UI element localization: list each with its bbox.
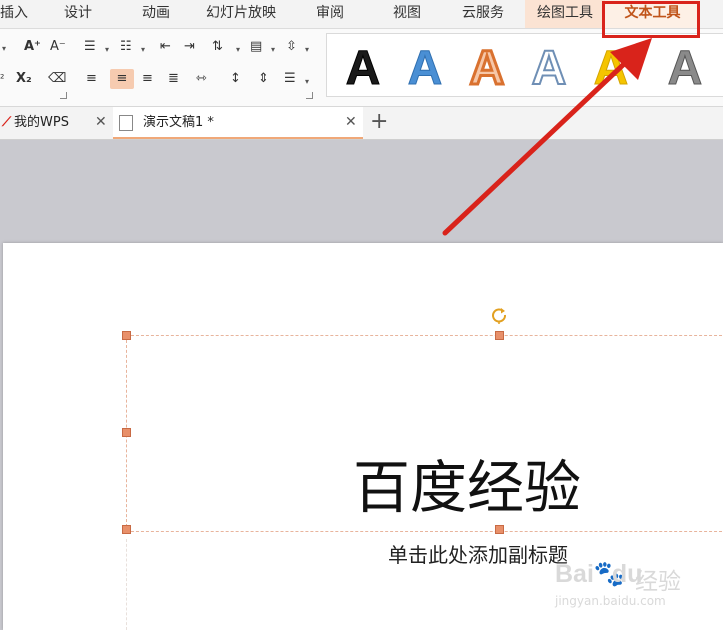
indent-options-icon[interactable]: ☰ xyxy=(284,69,296,89)
menu-animation[interactable]: 动画 xyxy=(142,0,170,28)
paragraph-spacing-icon[interactable]: ⇕ xyxy=(258,69,269,89)
menu-view[interactable]: 视图 xyxy=(393,0,421,28)
grow-font-button[interactable]: A⁺ xyxy=(24,37,41,57)
wordart-style-blue-outline[interactable]: A xyxy=(521,40,577,90)
paw-icon: 🐾 xyxy=(593,560,626,588)
tab-my-wps[interactable]: ⟋ 我的WPS ✕ xyxy=(0,107,113,139)
resize-handle-top-left[interactable] xyxy=(122,331,131,340)
indent-options-dropdown-icon[interactable]: ▾ xyxy=(305,72,309,92)
font-size-dropdown-icon[interactable]: ▾ xyxy=(2,39,6,59)
tab-presentation-label: 演示文稿1 * xyxy=(143,115,214,130)
menu-drawing-tools[interactable]: 绘图工具 xyxy=(525,0,605,28)
clear-format-icon[interactable]: ⌫ xyxy=(48,69,66,89)
columns-icon[interactable]: ▤ xyxy=(250,37,262,57)
wps-logo-icon: ⟋ xyxy=(2,115,12,130)
distribute-icon[interactable]: ⇿ xyxy=(196,69,207,89)
align-text-dropdown-icon[interactable]: ▾ xyxy=(305,40,309,60)
tab-presentation[interactable]: 演示文稿1 * ✕ xyxy=(113,107,363,139)
rotate-handle-icon[interactable] xyxy=(490,306,508,324)
slide-subtitle[interactable]: 单击此处添加副标题 xyxy=(388,539,568,568)
menu-cloud[interactable]: 云服务 xyxy=(462,0,504,28)
resize-handle-left[interactable] xyxy=(122,428,131,437)
menu-review[interactable]: 审阅 xyxy=(316,0,344,28)
columns-dropdown-icon[interactable]: ▾ xyxy=(271,40,275,60)
wordart-letter: A xyxy=(346,42,381,90)
document-icon xyxy=(119,115,133,131)
slide-title[interactable]: 百度经验 xyxy=(353,453,653,523)
paragraph-dialog-launcher-icon[interactable] xyxy=(306,92,313,99)
new-tab-plus-icon[interactable]: + xyxy=(370,107,388,137)
close-icon[interactable]: ✕ xyxy=(95,107,107,138)
menu-insert[interactable]: 插入 xyxy=(0,0,28,28)
increase-indent-icon[interactable]: ⇥ xyxy=(184,37,195,57)
watermark-name: 经验 xyxy=(635,569,681,595)
align-center-icon[interactable]: ≡ xyxy=(110,69,134,89)
wordart-style-black[interactable]: A xyxy=(335,40,391,91)
wordart-letter: A xyxy=(408,42,443,90)
line-spacing-icon[interactable]: ↕ xyxy=(230,69,241,89)
resize-handle-bottom[interactable] xyxy=(495,525,504,534)
shrink-font-button[interactable]: A⁻ xyxy=(50,37,66,57)
justify-icon[interactable]: ≣ xyxy=(168,69,179,89)
wordart-style-gray[interactable]: A xyxy=(657,40,713,91)
document-tab-bar: ⟋ 我的WPS ✕ 演示文稿1 * ✕ + xyxy=(0,107,723,140)
watermark-logo: Bai🐾du xyxy=(555,560,643,588)
ribbon: ▾ A⁺ A⁻ ☰ ▾ ☷ ▾ ⇤ ⇥ ⇅ ▾ ▤ ▾ ⇳ ▾ ² X₂ ⌫ ≡… xyxy=(0,29,723,107)
wordart-style-gold[interactable]: A xyxy=(583,40,639,91)
baidu-watermark: Bai🐾du 经验 jingyan.baidu.com xyxy=(555,560,715,620)
wordart-styles-panel: A A A A A A xyxy=(326,33,723,97)
wordart-style-blue[interactable]: A xyxy=(397,40,453,91)
align-text-icon[interactable]: ⇳ xyxy=(286,37,297,57)
wordart-style-orange-outline[interactable]: A xyxy=(459,40,515,91)
superscript-button[interactable]: ² xyxy=(0,69,4,89)
bullet-list-icon[interactable]: ☰ xyxy=(84,37,96,57)
wordart-letter: A xyxy=(668,42,703,90)
menu-design[interactable]: 设计 xyxy=(64,0,92,28)
align-right-icon[interactable]: ≡ xyxy=(142,69,153,89)
bullet-dropdown-icon[interactable]: ▾ xyxy=(105,40,109,60)
tab-my-wps-label: 我的WPS xyxy=(14,115,69,130)
resize-handle-top[interactable] xyxy=(495,331,504,340)
wordart-letter: A xyxy=(470,42,505,90)
numbered-dropdown-icon[interactable]: ▾ xyxy=(141,40,145,60)
wordart-letter: A xyxy=(594,42,629,90)
text-direction-dropdown-icon[interactable]: ▾ xyxy=(236,40,240,60)
text-direction-icon[interactable]: ⇅ xyxy=(212,37,223,57)
watermark-url: jingyan.baidu.com xyxy=(555,594,666,608)
menu-slideshow[interactable]: 幻灯片放映 xyxy=(206,0,276,28)
wordart-letter: A xyxy=(532,42,567,90)
decrease-indent-icon[interactable]: ⇤ xyxy=(160,37,171,57)
font-dialog-launcher-icon[interactable] xyxy=(60,92,67,99)
highlight-box xyxy=(602,1,700,38)
resize-handle-bottom-left[interactable] xyxy=(122,525,131,534)
slide-workspace: 百度经验 单击此处添加副标题 Bai🐾du 经验 jingyan.baidu.c… xyxy=(0,140,723,630)
close-icon[interactable]: ✕ xyxy=(345,107,357,138)
numbered-list-icon[interactable]: ☷ xyxy=(120,37,132,57)
align-left-icon[interactable]: ≡ xyxy=(86,69,97,89)
subscript-button[interactable]: X₂ xyxy=(16,69,32,89)
